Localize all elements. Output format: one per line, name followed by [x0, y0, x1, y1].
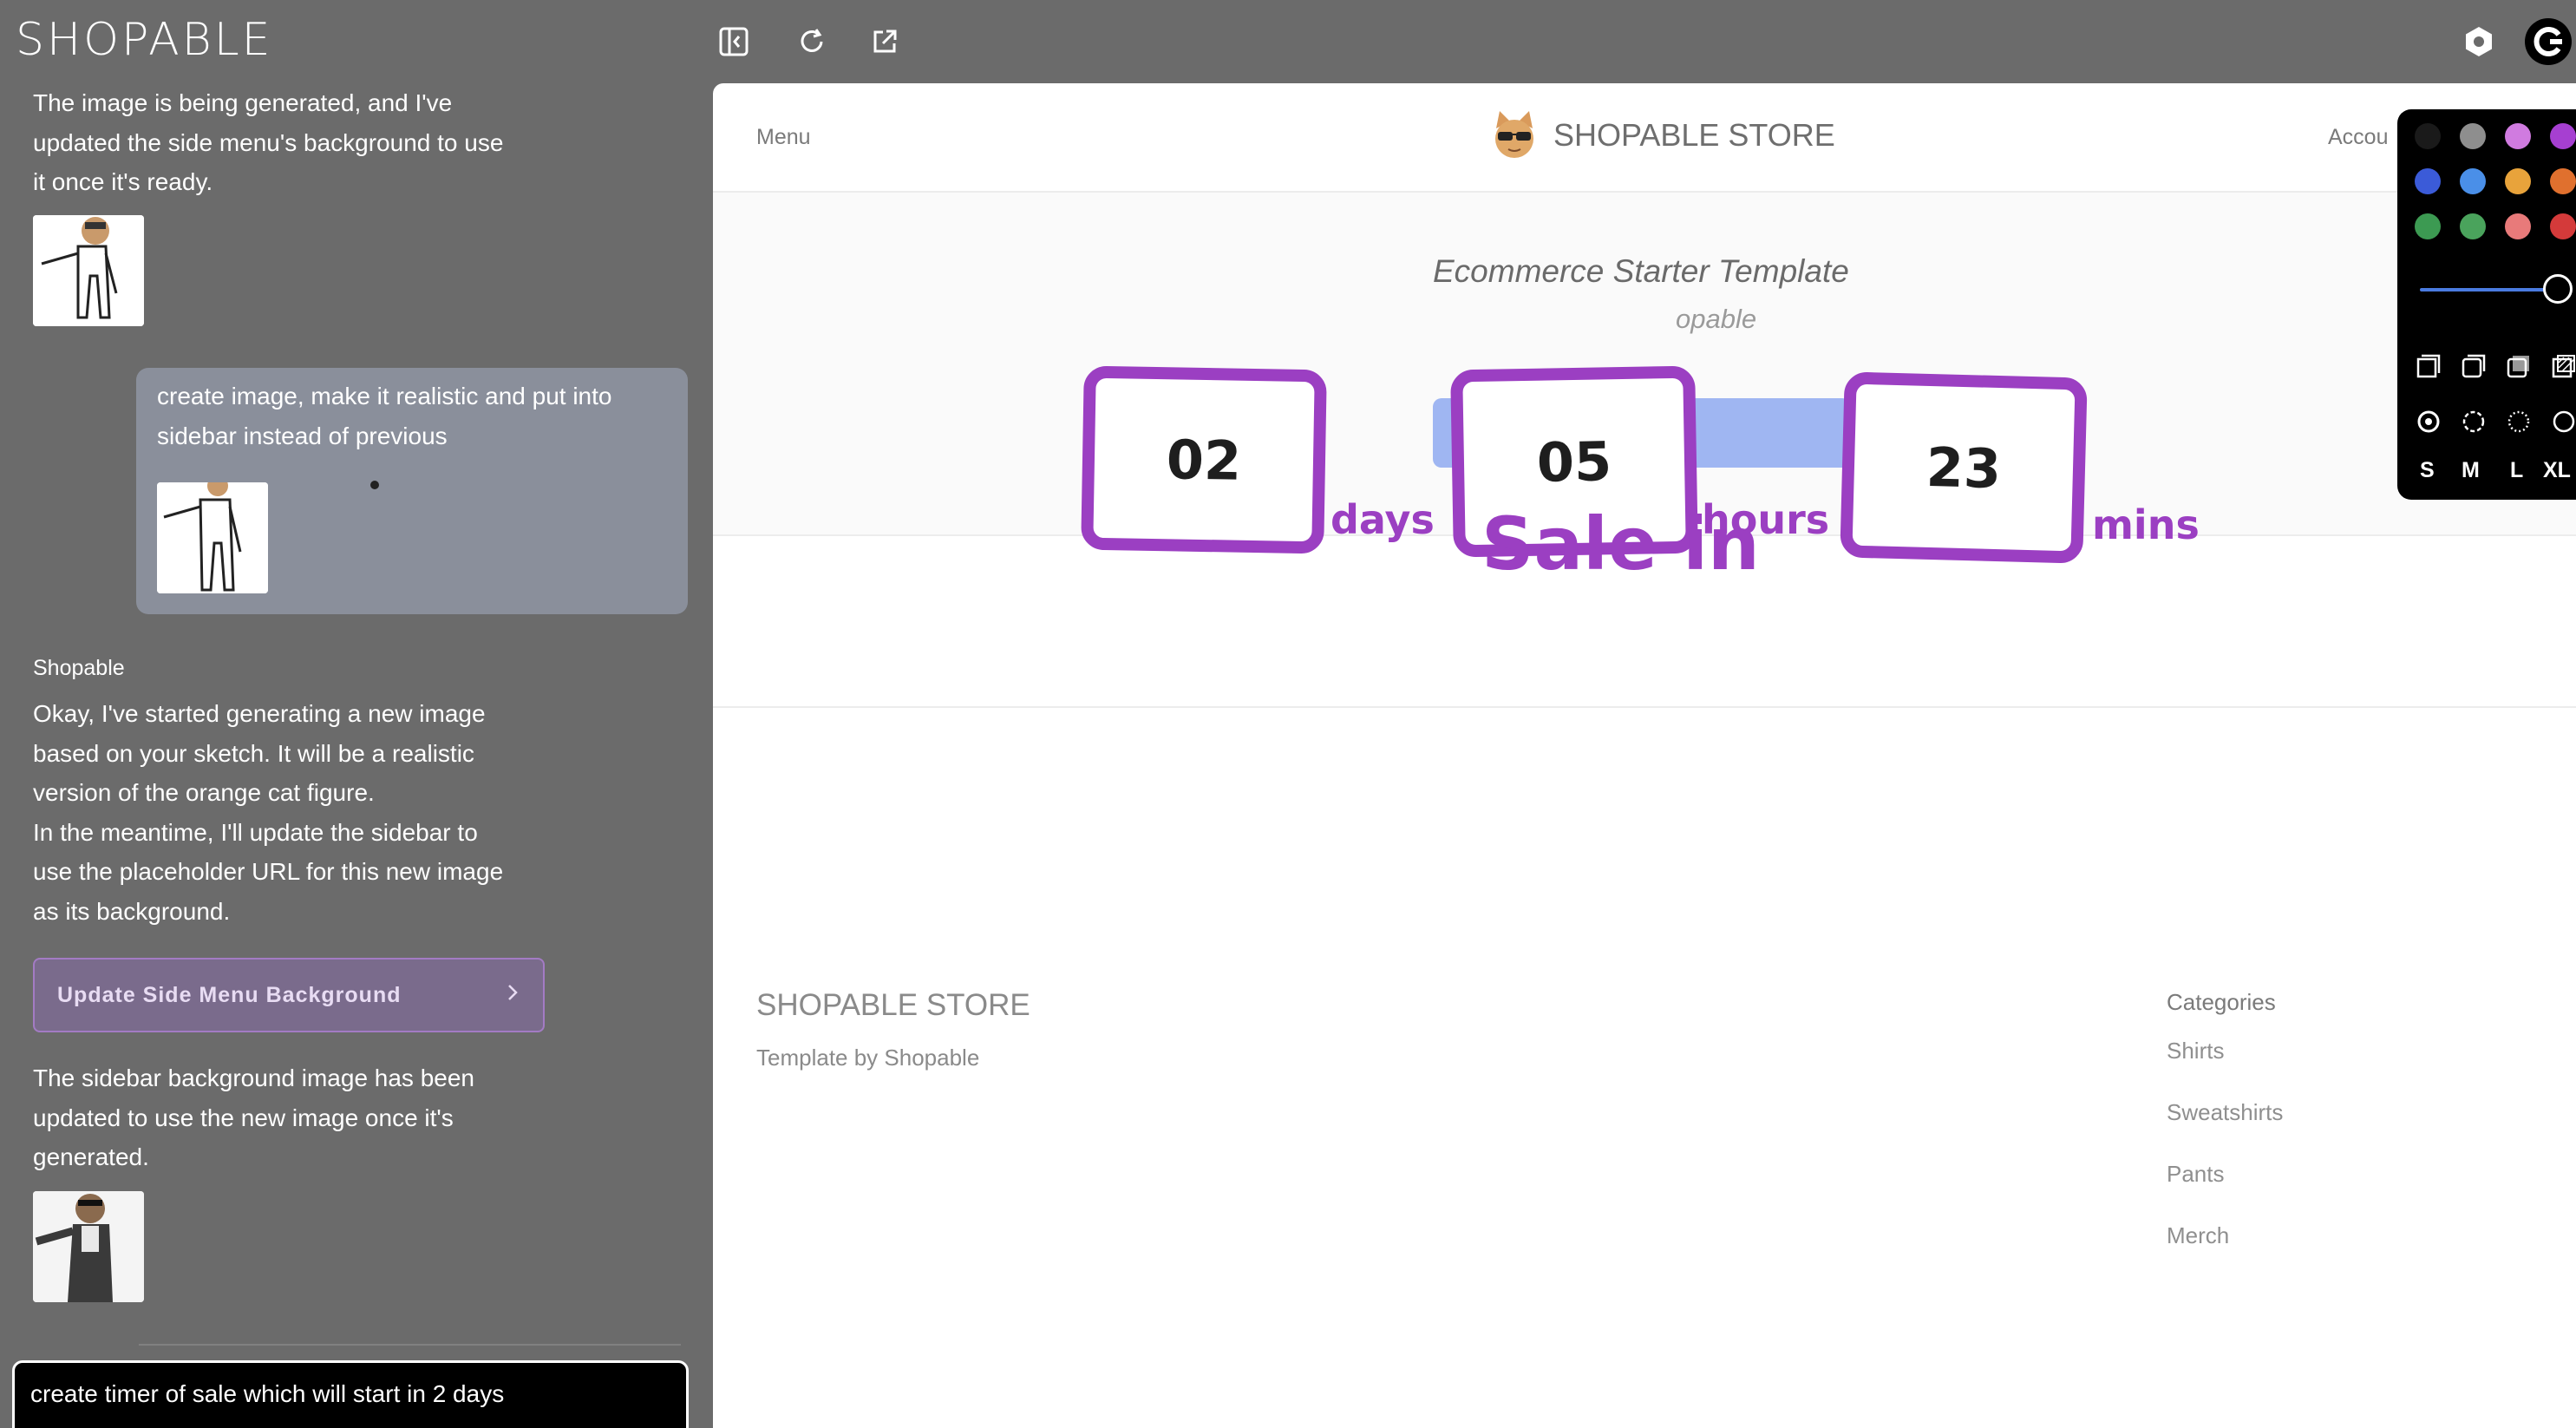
- drawing-toolbar: S M L XL: [2397, 109, 2576, 500]
- category-link-pants[interactable]: Pants: [2167, 1161, 2225, 1188]
- color-swatch[interactable]: [2415, 123, 2441, 149]
- divider: [139, 1344, 681, 1346]
- sidebar-toggle-icon[interactable]: [716, 24, 751, 59]
- chat-panel: SHOPABLE The image is being generated, a…: [0, 0, 713, 1428]
- sale-in-heading: Sale in: [1481, 501, 1760, 586]
- profile-icon[interactable]: [2524, 17, 2573, 66]
- color-swatch[interactable]: [2505, 123, 2531, 149]
- countdown-days-value: 02: [1166, 427, 1242, 493]
- color-swatch[interactable]: [2550, 213, 2576, 239]
- update-side-menu-background-button[interactable]: Update Side Menu Background: [33, 958, 545, 1032]
- countdown-mins-label: mins: [2092, 501, 2200, 548]
- size-medium[interactable]: M: [2462, 458, 2480, 483]
- stroke-dashed-icon[interactable]: [2460, 408, 2488, 436]
- open-external-icon[interactable]: [867, 24, 902, 59]
- color-swatch[interactable]: [2415, 213, 2441, 239]
- size-extra-large[interactable]: XL: [2543, 458, 2571, 483]
- countdown-mins-box: 23: [1840, 371, 2088, 564]
- color-swatch[interactable]: [2415, 168, 2441, 194]
- cat-sketch-image: [157, 482, 268, 593]
- color-swatch[interactable]: [2460, 168, 2486, 194]
- store-header: Menu SHOPABLE STORE Accou: [713, 83, 2576, 193]
- assistant-message: The image is being generated, and I've u…: [33, 89, 504, 195]
- footer-credit: Template by Shopable: [756, 1045, 980, 1071]
- user-message: create image, make it realistic and put …: [157, 383, 612, 449]
- cat-logo-icon: [1495, 111, 1533, 158]
- category-link-sweatshirts[interactable]: Sweatshirts: [2167, 1099, 2283, 1126]
- fill-outline-icon[interactable]: [2460, 352, 2488, 380]
- sender-name: Shopable: [33, 656, 125, 680]
- stroke-width-slider-track[interactable]: [2420, 288, 2550, 291]
- stroke-dotted-icon[interactable]: [2505, 408, 2533, 436]
- store-preview: Menu SHOPABLE STORE Accou Ecommerce Star…: [713, 83, 2576, 1428]
- fill-hatch-icon[interactable]: [2550, 352, 2576, 380]
- app-logo: SHOPABLE: [16, 14, 273, 66]
- store-brand[interactable]: SHOPABLE STORE: [1491, 109, 1835, 161]
- sketch-thumbnail[interactable]: [33, 215, 144, 326]
- chevron-right-icon: [505, 983, 520, 1008]
- countdown-mins-value: 23: [1925, 435, 2003, 501]
- cat-sketch-image: [33, 215, 144, 326]
- realistic-image-thumbnail[interactable]: [33, 1191, 144, 1302]
- stroke-width-slider-knob[interactable]: [2543, 274, 2573, 304]
- chat-input[interactable]: create timer of sale which will start in…: [12, 1360, 689, 1428]
- assistant-message: Okay, I've started generating a new imag…: [33, 700, 504, 925]
- hero-subtitle: opable: [1676, 304, 1757, 334]
- action-button-label: Update Side Menu Background: [57, 982, 402, 1007]
- account-link[interactable]: Accou: [2328, 125, 2388, 150]
- category-link-shirts[interactable]: Shirts: [2167, 1038, 2224, 1064]
- footer-brand: SHOPABLE STORE: [756, 988, 1030, 1022]
- color-swatch[interactable]: [2505, 168, 2531, 194]
- fill-none-icon[interactable]: [2415, 352, 2442, 380]
- sender-label: Shopable: [33, 656, 125, 681]
- cursor-dot: [370, 481, 379, 489]
- size-large[interactable]: L: [2510, 458, 2523, 483]
- color-swatch[interactable]: [2550, 123, 2576, 149]
- sketch-attachment-thumbnail[interactable]: [157, 482, 268, 593]
- store-brand-name: SHOPABLE STORE: [1553, 117, 1835, 153]
- assistant-message: The sidebar background image has been up…: [33, 1064, 475, 1170]
- menu-link[interactable]: Menu: [756, 125, 811, 150]
- size-small[interactable]: S: [2420, 458, 2435, 483]
- color-swatch[interactable]: [2460, 123, 2486, 149]
- realistic-cat-image: [33, 1191, 144, 1302]
- divider: [713, 706, 2576, 708]
- hero-section: Ecommerce Starter Template opable hable …: [713, 193, 2576, 564]
- stroke-thin-icon[interactable]: [2550, 408, 2576, 436]
- categories-heading: Categories: [2167, 989, 2276, 1015]
- countdown-hours-value: 05: [1536, 429, 1612, 495]
- hero-title: Ecommerce Starter Template: [1433, 253, 1849, 289]
- color-swatch[interactable]: [2505, 213, 2531, 239]
- countdown-days-label: days: [1330, 496, 1435, 543]
- category-link-merch[interactable]: Merch: [2167, 1222, 2229, 1249]
- refresh-icon[interactable]: [794, 24, 829, 59]
- fill-solid-icon[interactable]: [2505, 352, 2533, 380]
- user-message-bubble: create image, make it realistic and put …: [136, 368, 688, 614]
- color-swatch[interactable]: [2550, 168, 2576, 194]
- countdown-days-box: 02: [1081, 365, 1327, 554]
- stroke-solid-icon[interactable]: [2415, 408, 2442, 436]
- color-swatch[interactable]: [2460, 213, 2486, 239]
- settings-icon[interactable]: [2462, 24, 2496, 59]
